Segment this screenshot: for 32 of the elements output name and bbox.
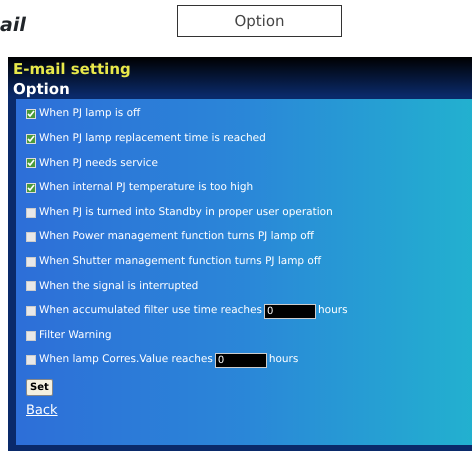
panel-subtitle: Option — [12, 79, 71, 99]
option-label: When PJ lamp replacement time is reached — [39, 131, 266, 146]
page-heading: ail — [0, 14, 26, 37]
option-label: When PJ lamp is off — [39, 106, 140, 122]
option-label: When PJ needs service — [39, 156, 158, 171]
checkbox[interactable] — [26, 306, 36, 316]
unit-label: hours — [268, 352, 298, 368]
option-label: When internal PJ temperature is too high — [39, 180, 254, 196]
hours-field[interactable]: 0 — [214, 352, 267, 368]
option-label: When the signal is interrupted — [39, 278, 198, 294]
checkbox[interactable] — [26, 183, 36, 194]
checkbox[interactable] — [26, 109, 36, 120]
checkbox[interactable] — [26, 330, 36, 341]
option-label: When Shutter management function turns PJ lamp off — [39, 254, 322, 269]
option-label: When PJ is turned into Standby in proper user operation — [39, 204, 333, 220]
option-label: Filter Warning — [39, 328, 112, 343]
option-label: When Power management function turns PJ lamp off — [39, 229, 314, 244]
checkbox[interactable] — [26, 256, 36, 267]
hours-field[interactable]: 0 — [264, 304, 316, 319]
checkbox[interactable] — [26, 281, 36, 292]
unit-label: hours — [318, 303, 348, 318]
option-label: Option — [177, 5, 342, 37]
checkbox[interactable] — [26, 208, 36, 218]
checkbox[interactable] — [26, 232, 36, 242]
back-link[interactable]: Back — [26, 400, 58, 420]
checkbox[interactable] — [26, 158, 36, 168]
option-label: When accumulated filter use time reaches — [39, 303, 262, 318]
option-label: When lamp Corres.Value reaches — [39, 352, 213, 368]
set-button[interactable]: Set — [26, 378, 53, 396]
checkbox[interactable] — [26, 355, 36, 366]
panel-title: E-mail setting — [12, 59, 132, 79]
checkbox[interactable] — [26, 134, 36, 144]
